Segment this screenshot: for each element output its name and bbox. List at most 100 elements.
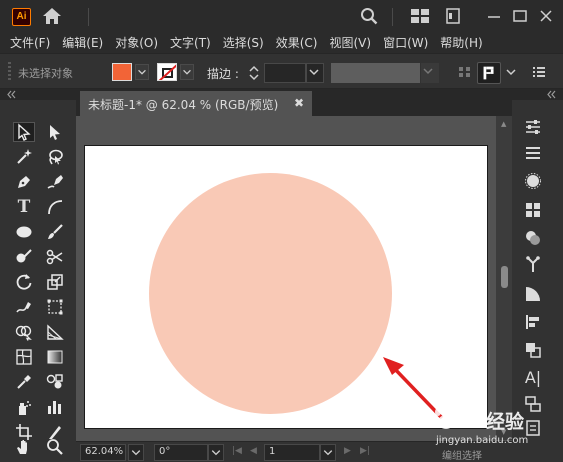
menu-type[interactable]: 文字(T) [170,34,211,51]
tab-close-button[interactable]: ✖ [294,96,304,110]
chevron-down-icon[interactable] [505,64,517,80]
column-graph-tool[interactable] [44,397,66,417]
lasso-tool[interactable] [44,147,66,167]
last-artboard-icon[interactable]: ▶| [360,446,370,456]
stroke-width-dropdown[interactable] [306,63,324,83]
home-icon[interactable] [42,7,62,25]
paintbrush-tool[interactable] [44,222,66,242]
bar-chart-icon [48,401,61,414]
layers-panel-button[interactable] [523,143,543,163]
type-tool[interactable]: T [13,197,35,217]
menu-effect[interactable]: 效果(C) [276,34,318,51]
first-artboard-icon[interactable]: |◀ [232,446,242,456]
rotate-tool[interactable] [13,272,35,292]
shape-builder-tool[interactable] [13,322,35,342]
rotation-dropdown[interactable] [208,444,224,461]
vertical-scrollbar[interactable]: ▲ ▼ [496,116,512,440]
zoom-dropdown[interactable] [128,444,144,461]
artboard-number-field[interactable]: 1 [264,444,320,461]
menu-help[interactable]: 帮助(H) [440,34,482,51]
properties-panel-button[interactable] [523,117,543,137]
symbol-sprayer-tool[interactable] [13,397,35,417]
chevron-down-icon [131,450,141,456]
stroke-swatch[interactable] [157,63,177,81]
zoom-field[interactable]: 62.04% [80,444,126,461]
document-icon[interactable] [446,8,460,24]
scroll-up-icon[interactable]: ▲ [501,120,506,128]
pathfinder-panel-button[interactable] [523,340,543,360]
prev-artboard-icon[interactable]: ◀ [250,446,257,456]
ellipse-tool[interactable] [13,222,35,242]
selection-tool[interactable] [13,122,35,142]
artboard-dropdown[interactable] [320,444,336,461]
chevron-down-icon [323,450,333,456]
menu-select[interactable]: 选择(S) [223,34,264,51]
profile-dropdown[interactable] [421,63,439,83]
stroke-dropdown[interactable] [180,64,194,80]
document-tab[interactable]: 未标题-1* @ 62.04 % (RGB/预览) ✖ [80,91,312,116]
symbols-panel-button[interactable] [523,254,543,274]
fill-dropdown[interactable] [135,64,149,80]
toolbar-collapse-strip[interactable] [0,89,76,100]
close-icon[interactable] [538,8,554,24]
maximize-icon[interactable] [512,8,528,24]
character-icon: A| [524,367,542,387]
search-icon[interactable] [360,7,378,25]
workspace-layout-icon[interactable] [410,8,430,24]
tools-panel: T [0,100,76,462]
blend-tool[interactable] [44,372,66,392]
mesh-tool[interactable] [13,347,35,367]
character-panel-button[interactable]: A| [523,367,543,387]
curvature-tool[interactable] [44,172,66,192]
zoom-tool[interactable] [44,437,66,457]
appearance-panel-button[interactable] [523,228,543,248]
warp-tool[interactable] [13,297,35,317]
arc-tool[interactable] [44,197,66,217]
menu-window[interactable]: 窗口(W) [383,34,428,51]
title-separator [392,8,393,26]
transparency-panel-button[interactable] [523,284,543,304]
pen-tool[interactable] [13,172,35,192]
scale-icon [47,274,63,290]
scroll-thumb[interactable] [501,266,508,288]
ellipse-icon [16,226,32,238]
pathfinder-icon [526,343,541,358]
menu-file[interactable]: 文件(F) [10,34,50,51]
menu-object[interactable]: 对象(O) [115,34,158,51]
paintbrush-icon [48,224,63,239]
fill-swatch[interactable] [112,63,132,81]
minimize-icon[interactable] [486,8,502,24]
gradient-tool[interactable] [44,347,66,367]
color-panel-button[interactable] [523,171,543,191]
circle-shape[interactable] [149,173,392,414]
no-stroke-icon [158,64,176,80]
scissors-tool[interactable] [44,247,66,267]
panel-menu-icon[interactable] [532,64,546,80]
variable-width-profile[interactable] [331,63,420,83]
puppet-warp-button[interactable] [477,62,501,84]
blend-icon [46,374,63,389]
magic-wand-tool[interactable] [13,147,35,167]
menu-edit[interactable]: 编辑(E) [62,34,103,51]
eyedropper-tool[interactable] [13,372,35,392]
rotation-field[interactable]: 0° [154,444,208,461]
hand-tool[interactable] [13,437,35,457]
layers-icon [526,147,540,159]
align-panel-button[interactable] [523,312,543,332]
next-artboard-icon[interactable]: ▶ [344,446,351,456]
stroke-stepper-icon[interactable] [247,63,261,83]
menu-view[interactable]: 视图(V) [329,34,371,51]
panels-collapse-strip[interactable] [512,89,563,100]
swatches-icon [526,203,540,217]
shaper-tool[interactable] [13,247,35,267]
perspective-grid-tool[interactable] [44,322,66,342]
scale-tool[interactable] [44,272,66,292]
direct-selection-tool[interactable] [44,122,66,142]
swatches-panel-button[interactable] [523,200,543,220]
grid-dots-icon[interactable] [458,64,472,80]
panel-grip[interactable] [8,62,11,82]
stroke-label[interactable]: 描边 : [207,65,239,82]
baidu-watermark: 经验 jingyan.baidu.com [430,405,560,460]
stroke-width-input[interactable] [264,63,306,83]
free-transform-tool[interactable] [44,297,66,317]
